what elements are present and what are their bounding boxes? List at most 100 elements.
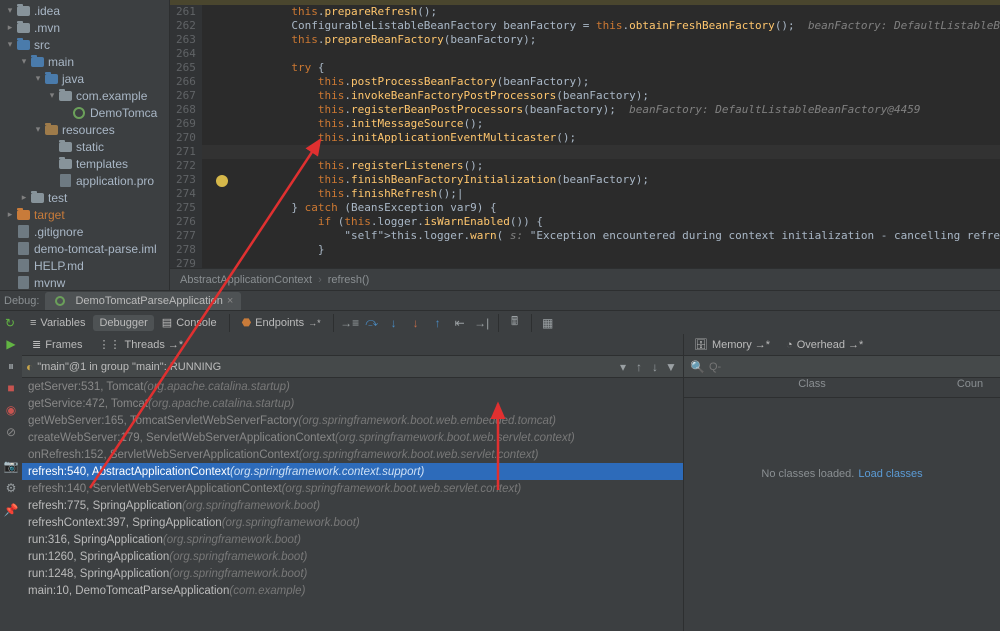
code-line[interactable]: this.invokeBeanFactoryPostProcessors(bea… — [212, 89, 1000, 103]
mute-breakpoints-icon[interactable]: ⊘ — [3, 424, 19, 440]
get-thread-dump-icon[interactable]: 📷 — [3, 458, 19, 474]
code-line[interactable]: "self">this.logger.warn( s: "Exception e… — [212, 229, 1000, 243]
code-line[interactable]: } catch (BeansException var9) { — [212, 201, 1000, 215]
load-classes-link[interactable]: Load classes — [858, 468, 922, 480]
breadcrumb-method[interactable]: refresh() — [328, 274, 370, 286]
code-line[interactable]: this.registerListeners(); — [212, 159, 1000, 173]
settings-icon[interactable]: ⚙ — [3, 480, 19, 496]
code-viewport[interactable]: 2612622632642652662672682692702712722732… — [170, 5, 1000, 268]
tab-endpoints[interactable]: ⬣Endpoints→* — [236, 314, 327, 331]
dropdown-chevron-icon[interactable]: ▾ — [615, 359, 631, 375]
stop-icon[interactable]: ■ — [3, 380, 19, 396]
tree-item[interactable]: ▾.idea — [0, 2, 169, 19]
run-to-cursor-icon[interactable]: →| — [472, 313, 492, 333]
code-line[interactable]: try { — [212, 61, 1000, 75]
run-config-tab[interactable]: DemoTomcatParseApplication × — [45, 292, 241, 310]
chevron-icon[interactable]: ▸ — [20, 192, 28, 203]
stack-frame[interactable]: onRefresh:152, ServletWebServerApplicati… — [22, 446, 683, 463]
stack-frame[interactable]: main:10, DemoTomcatParseApplication (com… — [22, 582, 683, 599]
tree-item[interactable]: application.pro — [0, 172, 169, 189]
pause-icon[interactable]: ⏸ — [3, 358, 19, 374]
thread-dropdown[interactable]: "main"@1 in group "main": RUNNING — [37, 361, 615, 373]
stack-frame[interactable]: run:316, SpringApplication (org.springfr… — [22, 531, 683, 548]
tab-variables[interactable]: ≡Variables — [24, 315, 91, 331]
tree-item[interactable]: ▸.mvn — [0, 19, 169, 36]
stack-frame[interactable]: run:1260, SpringApplication (org.springf… — [22, 548, 683, 565]
tab-memory[interactable]: 🗄Memory →* — [688, 336, 776, 353]
subtab-frames[interactable]: ≣Frames — [26, 336, 89, 353]
code-line[interactable]: this.finishBeanFactoryInitialization(bea… — [212, 173, 1000, 187]
editor-breadcrumb[interactable]: AbstractApplicationContext › refresh() — [170, 268, 1000, 290]
chevron-icon[interactable]: ▾ — [34, 124, 42, 135]
stack-frame[interactable]: refresh:140, ServletWebServerApplication… — [22, 480, 683, 497]
code-line[interactable]: this.initApplicationEventMulticaster(); — [212, 131, 1000, 145]
stack-frame[interactable]: getService:472, Tomcat (org.apache.catal… — [22, 395, 683, 412]
tree-item[interactable]: mvnw — [0, 274, 169, 290]
tab-console[interactable]: ▤Console — [156, 314, 223, 331]
code-line[interactable] — [212, 47, 1000, 61]
tree-item[interactable]: static — [0, 138, 169, 155]
chevron-icon[interactable]: ▸ — [6, 209, 14, 220]
code-line[interactable]: this.finishRefresh();| — [212, 187, 1000, 201]
tab-overhead[interactable]: ◔Overhead →* — [780, 337, 869, 353]
code-line[interactable]: ConfigurableListableBeanFactory beanFact… — [212, 19, 1000, 33]
code-line[interactable]: this.initMessageSource(); — [212, 117, 1000, 131]
force-step-into-icon[interactable]: ↓ — [406, 313, 426, 333]
pin-icon[interactable]: 📌 — [3, 502, 19, 518]
stack-frame[interactable]: run:1248, SpringApplication (org.springf… — [22, 565, 683, 582]
tree-item[interactable]: demo-tomcat-parse.iml — [0, 240, 169, 257]
chevron-icon[interactable]: ▾ — [48, 90, 56, 101]
code-line[interactable]: } — [212, 243, 1000, 257]
tree-item[interactable]: templates — [0, 155, 169, 172]
step-into-icon[interactable]: ↓ — [384, 313, 404, 333]
tree-item[interactable]: ▸target — [0, 206, 169, 223]
trace-current-stream-icon[interactable]: ▦ — [538, 313, 558, 333]
step-out-icon[interactable]: ↑ — [428, 313, 448, 333]
code-line[interactable]: this.postProcessBeanFactory(beanFactory)… — [212, 75, 1000, 89]
tree-item[interactable]: .gitignore — [0, 223, 169, 240]
tree-item[interactable]: ▾resources — [0, 121, 169, 138]
code-line[interactable] — [212, 257, 1000, 268]
drop-frame-icon[interactable]: ⇤ — [450, 313, 470, 333]
view-breakpoints-icon[interactable]: ◉ — [3, 402, 19, 418]
stack-frame[interactable]: refresh:775, SpringApplication (org.spri… — [22, 497, 683, 514]
step-over-icon[interactable]: ⤼ — [362, 313, 382, 333]
tree-item[interactable]: ▾com.example — [0, 87, 169, 104]
rerun-icon[interactable]: ↻ — [2, 315, 18, 331]
tree-item[interactable]: HELP.md — [0, 257, 169, 274]
tree-item[interactable]: ▾src — [0, 36, 169, 53]
folder-icon — [16, 21, 30, 35]
stack-frame[interactable]: getServer:531, Tomcat (org.apache.catali… — [22, 378, 683, 395]
close-icon[interactable]: × — [227, 295, 233, 307]
code-line[interactable]: this.registerBeanPostProcessors(beanFact… — [212, 103, 1000, 117]
code-line[interactable]: if (this.logger.isWarnEnabled()) { — [212, 215, 1000, 229]
prev-frame-icon[interactable]: ↑ — [631, 359, 647, 375]
stack-frame[interactable]: getWebServer:165, TomcatServletWebServer… — [22, 412, 683, 429]
stack-frames-list[interactable]: getServer:531, Tomcat (org.apache.catali… — [22, 378, 683, 631]
tree-item[interactable]: ▸test — [0, 189, 169, 206]
tab-debugger[interactable]: Debugger — [93, 315, 153, 331]
show-exec-point-icon[interactable]: →≡ — [340, 313, 360, 333]
project-sidebar[interactable]: ▾.idea▸.mvn▾src▾main▾java▾com.exampleDem… — [0, 0, 170, 290]
chevron-icon[interactable]: ▾ — [34, 73, 42, 84]
stack-frame[interactable]: createWebServer:179, ServletWebServerApp… — [22, 429, 683, 446]
code-line[interactable]: this.prepareBeanFactory(beanFactory); — [212, 33, 1000, 47]
next-frame-icon[interactable]: ↓ — [647, 359, 663, 375]
tree-item[interactable]: DemoTomca — [0, 104, 169, 121]
tree-item[interactable]: ▾main — [0, 53, 169, 70]
resume-icon[interactable]: ▶ — [3, 336, 19, 352]
chevron-icon[interactable]: ▾ — [6, 5, 14, 16]
chevron-icon[interactable]: ▾ — [20, 56, 28, 67]
memory-search-input[interactable] — [709, 361, 994, 373]
tree-item[interactable]: ▾java — [0, 70, 169, 87]
breadcrumb-class[interactable]: AbstractApplicationContext — [180, 274, 312, 286]
filter-icon[interactable]: ▼ — [663, 359, 679, 375]
chevron-icon[interactable]: ▾ — [6, 39, 14, 50]
stack-frame[interactable]: refresh:540, AbstractApplicationContext … — [22, 463, 683, 480]
stack-frame[interactable]: refreshContext:397, SpringApplication (o… — [22, 514, 683, 531]
code-body[interactable]: this.prepareRefresh(); ConfigurableLista… — [202, 5, 1000, 268]
evaluate-icon[interactable]: 🖩 — [505, 313, 525, 333]
code-line[interactable]: this.prepareRefresh(); — [212, 5, 1000, 19]
chevron-icon[interactable]: ▸ — [6, 22, 14, 33]
subtab-threads[interactable]: ⋮⋮Threads →* — [93, 336, 190, 353]
